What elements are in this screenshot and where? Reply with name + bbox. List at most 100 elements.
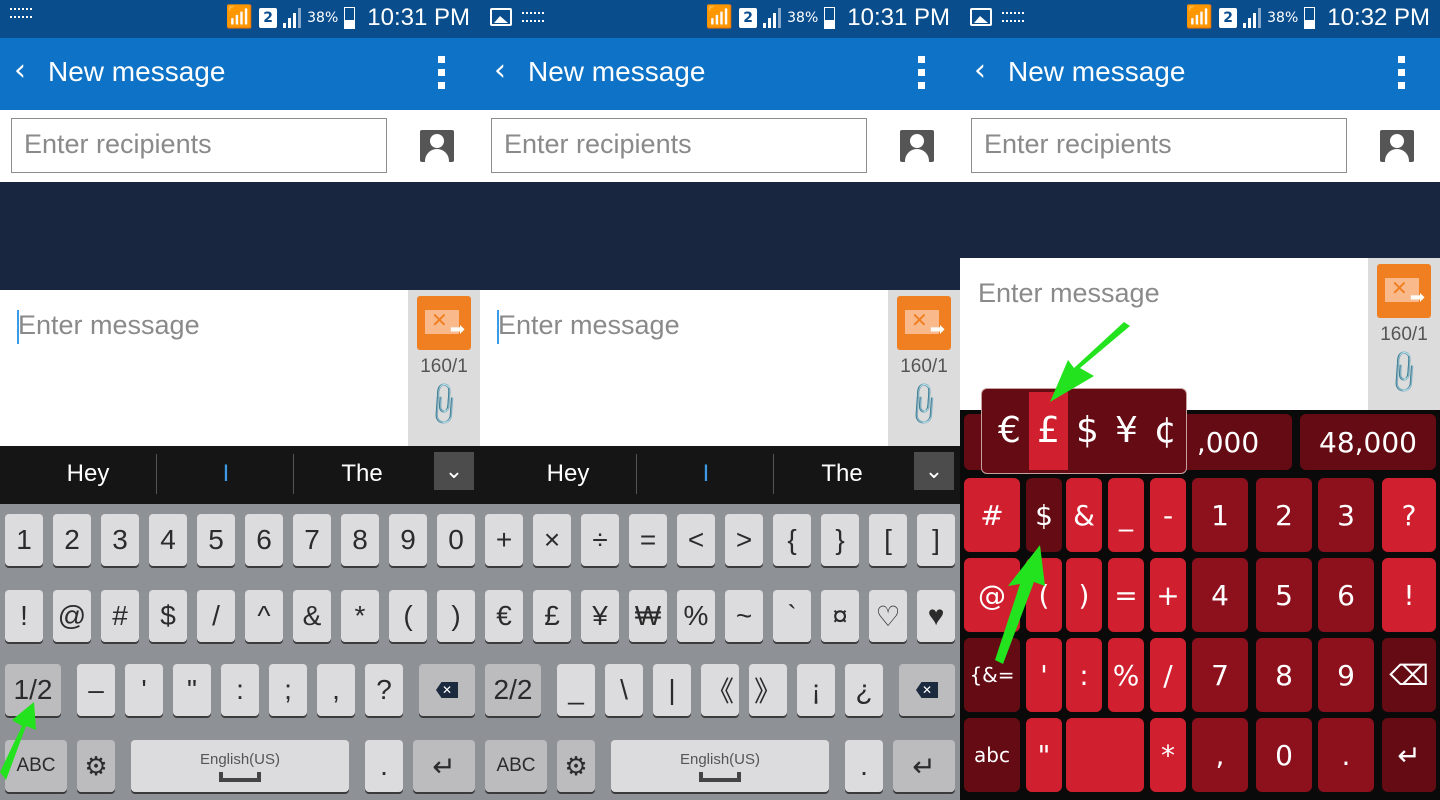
space-key[interactable]: English(US) xyxy=(131,740,349,792)
key[interactable]: # xyxy=(964,478,1020,552)
key[interactable]: {&= xyxy=(964,638,1020,712)
key[interactable]: ¿ xyxy=(845,664,883,716)
key[interactable]: ! xyxy=(5,590,43,642)
key[interactable]: $ xyxy=(1026,478,1062,552)
key[interactable]: ' xyxy=(1026,638,1062,712)
contact-picker-icon[interactable] xyxy=(420,130,454,162)
key[interactable]: : xyxy=(221,664,259,716)
suggestion-3[interactable]: The xyxy=(292,460,432,488)
send-button[interactable]: ➡ xyxy=(417,296,471,350)
key[interactable]: < xyxy=(677,514,715,566)
key[interactable]: " xyxy=(1026,718,1062,792)
currency-option[interactable]: $ xyxy=(1068,392,1107,470)
key[interactable]: " xyxy=(173,664,211,716)
key[interactable]: ) xyxy=(1066,558,1102,632)
currency-option[interactable]: € xyxy=(990,392,1029,470)
recipients-input[interactable]: Enter recipients xyxy=(971,118,1347,173)
message-input[interactable]: Enter message xyxy=(498,310,680,341)
key[interactable]: ^ xyxy=(245,590,283,642)
chevron-down-icon[interactable]: ⌄ xyxy=(434,452,474,490)
key[interactable]: $ xyxy=(149,590,187,642)
page-toggle-key[interactable]: 2/2 xyxy=(485,664,541,716)
key[interactable]: ] xyxy=(917,514,955,566)
send-button[interactable]: ➡ xyxy=(1377,264,1431,318)
number-suggestion-2[interactable]: 48,000 xyxy=(1300,414,1436,470)
key[interactable]: 7 xyxy=(293,514,331,566)
key[interactable]: 3 xyxy=(1318,478,1374,552)
settings-key[interactable]: ⚙ xyxy=(77,740,115,792)
key[interactable]: # xyxy=(101,590,139,642)
currency-option[interactable]: ¥ xyxy=(1107,392,1146,470)
key[interactable]: 7 xyxy=(1192,638,1248,712)
attach-icon[interactable]: 📎 xyxy=(898,379,949,430)
key[interactable]: ? xyxy=(1382,478,1436,552)
suggestion-1[interactable]: Hey xyxy=(18,460,158,488)
key[interactable]: ♡ xyxy=(869,590,907,642)
key[interactable]: 9 xyxy=(389,514,427,566)
recipients-input[interactable]: Enter recipients xyxy=(11,118,387,173)
back-icon[interactable]: ‹ xyxy=(974,56,986,86)
key[interactable]: ) xyxy=(437,590,475,642)
message-input[interactable]: Enter message xyxy=(978,278,1160,309)
key[interactable]: % xyxy=(677,590,715,642)
key[interactable]: 0 xyxy=(1256,718,1312,792)
key[interactable]: ; xyxy=(269,664,307,716)
key[interactable]: + xyxy=(1150,558,1186,632)
currency-option[interactable]: £ xyxy=(1029,392,1068,470)
key[interactable]: 1 xyxy=(5,514,43,566)
key[interactable]: 8 xyxy=(341,514,379,566)
key[interactable]: ' xyxy=(125,664,163,716)
key[interactable]: [ xyxy=(869,514,907,566)
key[interactable]: / xyxy=(1150,638,1186,712)
key[interactable]: 0 xyxy=(437,514,475,566)
key[interactable]: 》 xyxy=(749,664,787,716)
abc-key[interactable]: ABC xyxy=(5,740,67,792)
key[interactable]: } xyxy=(821,514,859,566)
recipients-input[interactable]: Enter recipients xyxy=(491,118,867,173)
enter-key[interactable]: ↵ xyxy=(893,740,955,792)
key[interactable]: 9 xyxy=(1318,638,1374,712)
key[interactable]: × xyxy=(533,514,571,566)
enter-key[interactable]: ↵ xyxy=(413,740,475,792)
key[interactable]: - xyxy=(1150,478,1186,552)
key[interactable]: @ xyxy=(53,590,91,642)
key[interactable]: ¡ xyxy=(797,664,835,716)
attach-icon[interactable]: 📎 xyxy=(418,379,469,430)
backspace-key[interactable]: ✕ xyxy=(419,664,475,716)
key[interactable]: ` xyxy=(773,590,811,642)
key[interactable]: ( xyxy=(389,590,427,642)
backspace-key[interactable]: ⌫ xyxy=(1382,638,1436,712)
enter-key[interactable]: ↵ xyxy=(1382,718,1436,792)
period-key[interactable]: . xyxy=(845,740,883,792)
space-key[interactable]: English(US) xyxy=(611,740,829,792)
page-toggle-key[interactable]: 1/2 xyxy=(5,664,61,716)
key[interactable]: 《 xyxy=(701,664,739,716)
suggestion-2[interactable]: I xyxy=(156,460,296,488)
key[interactable]: 1 xyxy=(1192,478,1248,552)
suggestion-3[interactable]: The xyxy=(772,460,912,488)
key[interactable]: : xyxy=(1066,638,1102,712)
space-key[interactable] xyxy=(1066,718,1144,792)
key[interactable]: ¤ xyxy=(821,590,859,642)
send-button[interactable]: ➡ xyxy=(897,296,951,350)
attach-icon[interactable]: 📎 xyxy=(1378,347,1429,398)
key[interactable]: ¥ xyxy=(581,590,619,642)
settings-key[interactable]: ⚙ xyxy=(557,740,595,792)
key[interactable]: | xyxy=(653,664,691,716)
key[interactable]: = xyxy=(629,514,667,566)
currency-option[interactable]: ¢ xyxy=(1146,392,1185,470)
key[interactable]: ! xyxy=(1382,558,1436,632)
key[interactable]: ? xyxy=(365,664,403,716)
chevron-down-icon[interactable]: ⌄ xyxy=(914,452,954,490)
key[interactable]: * xyxy=(1150,718,1186,792)
key[interactable]: / xyxy=(197,590,235,642)
key[interactable]: ~ xyxy=(725,590,763,642)
key[interactable]: 3 xyxy=(101,514,139,566)
key[interactable]: _ xyxy=(1108,478,1144,552)
key[interactable]: , xyxy=(317,664,355,716)
key[interactable]: 8 xyxy=(1256,638,1312,712)
contact-picker-icon[interactable] xyxy=(900,130,934,162)
back-icon[interactable]: ‹ xyxy=(494,56,506,86)
key[interactable]: & xyxy=(1066,478,1102,552)
key[interactable]: £ xyxy=(533,590,571,642)
